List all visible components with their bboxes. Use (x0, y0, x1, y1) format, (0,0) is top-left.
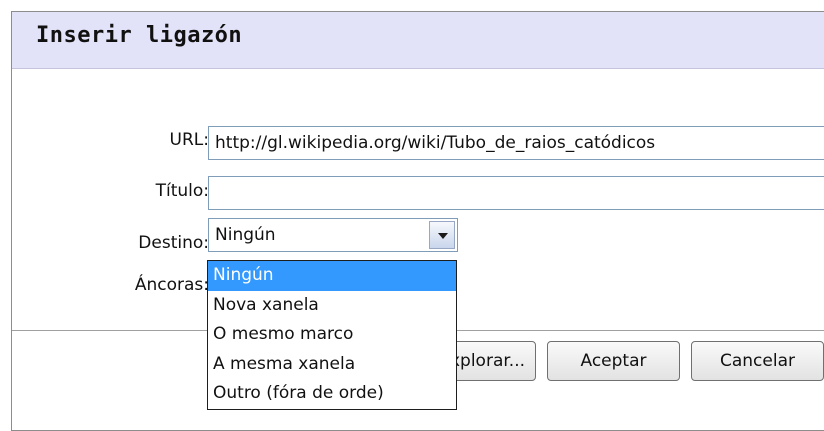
accept-button[interactable]: Aceptar (547, 341, 680, 381)
dropdown-option-new-window[interactable]: Nova xanela (208, 291, 456, 321)
url-input[interactable] (208, 126, 824, 160)
url-label: URL: (169, 130, 209, 150)
target-select-value: Ningún (215, 225, 276, 245)
chevron-down-icon[interactable] (429, 221, 455, 249)
title-input[interactable] (208, 176, 824, 210)
dropdown-option-same-window[interactable]: A mesma xanela (208, 350, 456, 380)
target-select[interactable]: Ningún (208, 218, 458, 252)
target-dropdown-list: Ningún Nova xanela O mesmo marco A mesma… (207, 260, 457, 410)
cancel-button[interactable]: Cancelar (691, 341, 824, 381)
dialog-titlebar: Inserir ligazón (12, 12, 824, 69)
anchors-label: Áncoras: (134, 275, 209, 295)
target-label: Destino: (138, 233, 209, 253)
dropdown-option-same-frame[interactable]: O mesmo marco (208, 320, 456, 350)
title-label: Título: (155, 181, 209, 201)
dialog-title: Inserir ligazón (36, 23, 243, 48)
dropdown-option-none[interactable]: Ningún (208, 261, 456, 291)
dropdown-option-other[interactable]: Outro (fóra de orde) (208, 379, 456, 409)
